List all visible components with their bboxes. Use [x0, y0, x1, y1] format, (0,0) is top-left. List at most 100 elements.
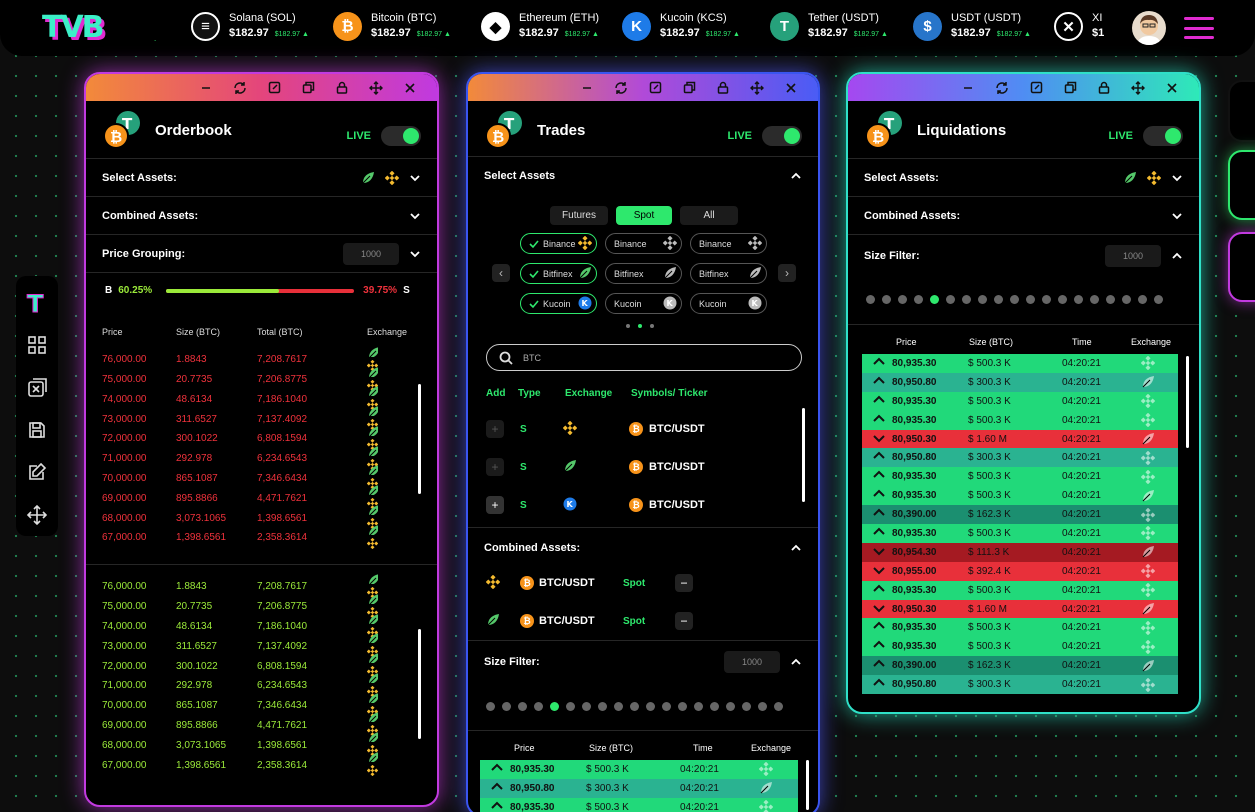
refresh-icon[interactable] — [985, 74, 1019, 101]
exchange-pill-binance[interactable]: Binance — [690, 233, 767, 254]
exchange-pill-kucoin[interactable]: Kucoin K — [605, 293, 682, 314]
combined-assets-row[interactable]: Combined Assets: — [86, 196, 437, 234]
slider-step[interactable] — [710, 702, 719, 711]
table-row[interactable]: 76,000.00 1.8843 7,208.7617 — [102, 573, 407, 599]
grid-icon[interactable] — [22, 331, 52, 359]
slider-step[interactable] — [502, 702, 511, 711]
binance-icon[interactable] — [1147, 170, 1161, 185]
slider-step[interactable] — [550, 702, 559, 711]
slider-step[interactable] — [1154, 295, 1163, 304]
menu-burger-icon[interactable] — [1184, 17, 1214, 39]
table-row[interactable]: 80,935.30 $ 500.3 K 04:20:21 — [862, 354, 1178, 373]
price-grouping-row[interactable]: Price Grouping: 1000 — [86, 234, 437, 272]
exchange-pill-kucoin[interactable]: Kucoin K — [520, 293, 597, 314]
ticker-item[interactable]: T Tether (USDT) $182.97 $182.97 ▲ — [770, 11, 888, 42]
slider-step[interactable] — [1058, 295, 1067, 304]
ticker-item[interactable]: ≡ Solana (SOL) $182.97 $182.97 ▲ — [191, 11, 309, 42]
carousel-dot[interactable] — [650, 324, 654, 328]
tab-all[interactable]: All — [680, 206, 738, 225]
size-filter-slider[interactable] — [866, 295, 1163, 304]
ticker-item[interactable]: ◆ Ethereum (ETH) $182.97 $182.97 ▲ — [481, 11, 599, 42]
table-row[interactable]: 71,000.00 292.978 6,234.6543 — [102, 672, 407, 698]
slider-step[interactable] — [518, 702, 527, 711]
ticker-item[interactable]: $ USDT (USDT) $182.97 $182.97 ▲ — [913, 11, 1031, 42]
table-row[interactable]: 68,000.00 3,073.1065 1,398.6561 — [102, 732, 407, 757]
add-button[interactable]: + — [486, 420, 504, 438]
minimize-icon[interactable] — [951, 74, 985, 101]
table-row[interactable]: 70,000.00 865.1087 7,346.6434 — [102, 692, 407, 717]
combined-assets-row[interactable]: Combined Assets: — [848, 196, 1199, 234]
size-filter-row[interactable]: Size Filter: 1000 — [848, 234, 1199, 276]
results-scrollbar[interactable] — [802, 408, 805, 502]
table-row[interactable]: 75,000.00 20.7735 7,206.8775 — [102, 593, 407, 618]
chevron-down-icon[interactable] — [409, 248, 421, 260]
tab-spot[interactable]: Spot — [616, 206, 672, 225]
minimize-icon[interactable] — [189, 74, 223, 101]
move-icon[interactable] — [1121, 74, 1155, 101]
liquidations-scrollbar[interactable] — [1186, 356, 1189, 448]
lock-icon[interactable] — [706, 74, 740, 101]
edge-panel[interactable] — [1228, 80, 1255, 142]
table-row[interactable]: 80,935.30 $ 500.3 K 04:20:21 — [862, 580, 1178, 600]
grouping-value[interactable]: 1000 — [343, 242, 399, 265]
combined-assets-row[interactable]: Combined Assets: — [468, 527, 818, 567]
slider-step[interactable] — [726, 702, 735, 711]
slider-step[interactable] — [742, 702, 751, 711]
slider-step[interactable] — [1138, 295, 1147, 304]
chevron-down-icon[interactable] — [1171, 210, 1183, 222]
chevron-up-icon[interactable] — [1171, 250, 1183, 262]
add-button[interactable]: + — [486, 458, 504, 476]
slider-step[interactable] — [614, 702, 623, 711]
slider-step[interactable] — [486, 702, 495, 711]
table-row[interactable]: 72,000.00 300.1022 6,808.1594 — [102, 653, 407, 678]
remove-button[interactable]: − — [675, 612, 693, 630]
table-row[interactable]: 80,935.30 $ 500.3 K 04:20:21 — [480, 760, 798, 779]
refresh-icon[interactable] — [223, 74, 257, 101]
exchange-pill-bitfinex[interactable]: Bitfinex — [690, 263, 767, 284]
exchange-pill-kucoin[interactable]: Kucoin K — [690, 293, 767, 314]
table-row[interactable]: 80,935.30 $ 500.3 K 04:20:21 — [862, 467, 1178, 487]
slider-step[interactable] — [866, 295, 875, 304]
lock-icon[interactable] — [1087, 74, 1121, 101]
slider-step[interactable] — [678, 702, 687, 711]
chevron-down-icon[interactable] — [409, 210, 421, 222]
select-assets-row[interactable]: Select Assets: — [86, 158, 437, 196]
table-row[interactable]: 73,000.00 311.6527 7,137.4092 — [102, 633, 407, 658]
save-icon[interactable] — [22, 416, 52, 444]
edit-icon[interactable] — [638, 74, 672, 101]
slider-step[interactable] — [694, 702, 703, 711]
size-filter-row[interactable]: Size Filter: 1000 — [468, 640, 818, 682]
slider-step[interactable] — [662, 702, 671, 711]
trades-scrollbar[interactable] — [806, 760, 809, 810]
slider-step[interactable] — [1122, 295, 1131, 304]
live-toggle[interactable] — [381, 126, 421, 146]
table-row[interactable]: 80,935.30 $ 500.3 K 04:20:21 — [862, 618, 1178, 638]
slider-step[interactable] — [774, 702, 783, 711]
slider-step[interactable] — [1010, 295, 1019, 304]
table-row[interactable]: 80,935.30 $ 500.3 K 04:20:21 — [480, 797, 798, 812]
slider-step[interactable] — [646, 702, 655, 711]
slider-step[interactable] — [898, 295, 907, 304]
table-row[interactable]: 80,390.00 $ 162.3 K 04:20:21 — [862, 656, 1178, 676]
slider-step[interactable] — [994, 295, 1003, 304]
copy-icon[interactable] — [672, 74, 706, 101]
table-row[interactable]: 67,000.00 1,398.6561 2,358.3614 — [102, 524, 427, 550]
slider-step[interactable] — [946, 295, 955, 304]
bids-scrollbar[interactable] — [418, 629, 421, 739]
table-row[interactable]: 80,935.30 $ 500.3 K 04:20:21 — [862, 486, 1178, 506]
slider-step[interactable] — [962, 295, 971, 304]
carousel-dot[interactable] — [626, 324, 630, 328]
slider-step[interactable] — [914, 295, 923, 304]
slider-step[interactable] — [598, 702, 607, 711]
binance-icon[interactable] — [385, 170, 399, 185]
size-filter-slider[interactable] — [486, 702, 783, 711]
slider-step[interactable] — [930, 295, 939, 304]
edge-panel[interactable] — [1228, 150, 1255, 220]
slider-step[interactable] — [1026, 295, 1035, 304]
slider-step[interactable] — [882, 295, 891, 304]
table-row[interactable]: 80,935.30 $ 500.3 K 04:20:21 — [862, 391, 1178, 411]
table-row[interactable]: 80,950.80 $ 300.3 K 04:20:21 — [862, 675, 1178, 695]
close-icon[interactable] — [393, 74, 427, 101]
close-icon[interactable] — [774, 74, 808, 101]
exchange-pill-binance[interactable]: Binance — [605, 233, 682, 254]
